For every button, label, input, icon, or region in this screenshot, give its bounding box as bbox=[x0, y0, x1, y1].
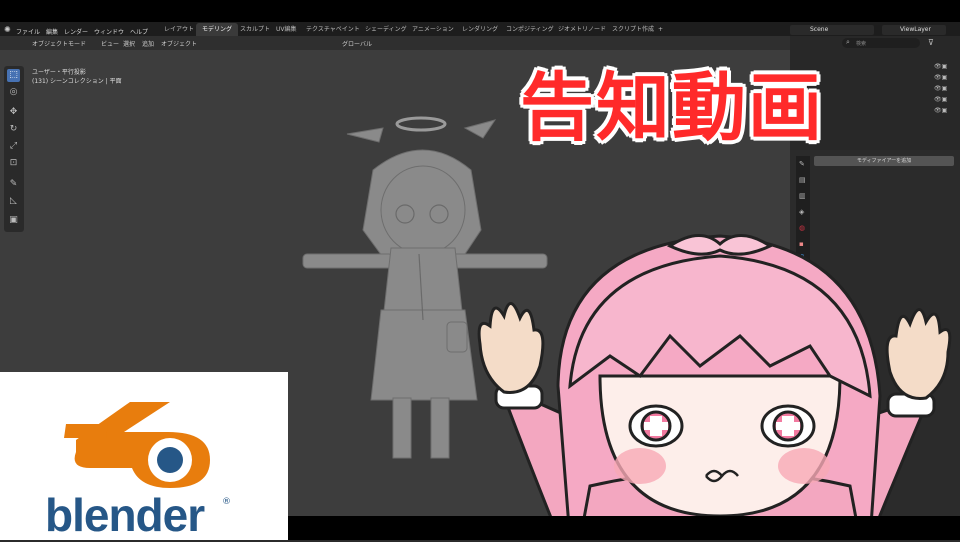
tool-icon[interactable]: ✎ bbox=[799, 160, 805, 168]
tab-layout[interactable]: レイアウト bbox=[158, 23, 200, 37]
scale-icon[interactable]: ⤢ bbox=[7, 140, 20, 153]
scene-label: Scene bbox=[810, 26, 829, 33]
annotate-icon[interactable]: ✎ bbox=[7, 178, 20, 191]
menu-view[interactable]: ビュー bbox=[101, 39, 119, 48]
menu-help[interactable]: ヘルプ bbox=[130, 27, 148, 36]
measure-icon[interactable]: ◺ bbox=[7, 195, 20, 208]
viewlayer-label: ViewLayer bbox=[900, 26, 931, 33]
tab-modeling[interactable]: モデリング bbox=[196, 23, 239, 37]
eye-icon[interactable]: 👁︎▣ bbox=[934, 63, 952, 70]
menu-select[interactable]: 選択 bbox=[123, 39, 135, 48]
top-black-strip bbox=[0, 0, 960, 22]
menu-object[interactable]: オブジェクト bbox=[161, 39, 197, 48]
search-icon: ⌕ bbox=[846, 38, 850, 46]
render-icon[interactable]: ▤ bbox=[799, 176, 806, 184]
mode-dropdown[interactable]: オブジェクトモード bbox=[32, 39, 86, 48]
eye-icon[interactable]: 👁︎▣ bbox=[934, 96, 952, 103]
menu-window[interactable]: ウィンドウ bbox=[94, 27, 124, 36]
viewport-collection: (131) シーンコレクション | 平面 bbox=[32, 78, 122, 85]
rotate-icon[interactable]: ↻ bbox=[7, 123, 20, 136]
tab-animation[interactable]: アニメーション bbox=[406, 23, 460, 37]
menu-edit[interactable]: 編集 bbox=[46, 27, 58, 36]
select-icon[interactable]: ⬚ bbox=[7, 69, 20, 82]
add-modifier-button[interactable]: モディファイアーを追加 bbox=[814, 156, 954, 166]
output-icon[interactable]: ▥ bbox=[799, 192, 806, 200]
menu-add[interactable]: 追加 bbox=[142, 39, 154, 48]
tab-geometry-nodes[interactable]: ジオメトリノード bbox=[552, 23, 612, 37]
overlay-title: 告知動画 bbox=[520, 65, 824, 151]
bottom-black-strip bbox=[288, 516, 960, 540]
transform-icon[interactable]: ⊡ bbox=[7, 157, 20, 170]
registered-mark: ® bbox=[222, 497, 231, 507]
blender-icon[interactable]: ✺ bbox=[4, 25, 11, 34]
eye-icon[interactable]: 👁︎▣ bbox=[934, 107, 952, 114]
mascot-illustration bbox=[477, 234, 952, 540]
orientation-dropdown[interactable]: グローバル bbox=[342, 39, 372, 48]
tab-uv[interactable]: UV編集 bbox=[270, 23, 303, 37]
outliner-search[interactable]: ⌕ 検索 bbox=[842, 38, 920, 48]
menu-render[interactable]: レンダー bbox=[64, 27, 88, 36]
tab-rendering[interactable]: レンダリング bbox=[456, 23, 504, 37]
eye-icon[interactable]: 👁︎▣ bbox=[934, 85, 952, 92]
filter-icon[interactable]: ⊽ bbox=[928, 38, 934, 47]
scene-selector[interactable]: Scene bbox=[790, 25, 874, 35]
tab-compositing[interactable]: コンポジティング bbox=[500, 23, 560, 37]
tab-texture-paint[interactable]: テクスチャペイント bbox=[300, 23, 366, 37]
eye-icon[interactable]: 👁︎▣ bbox=[934, 74, 952, 81]
cursor-icon[interactable]: ◎ bbox=[7, 86, 20, 99]
move-icon[interactable]: ✥ bbox=[7, 106, 20, 119]
scene-icon[interactable]: ◈ bbox=[799, 208, 804, 216]
blender-logo-icon bbox=[64, 402, 210, 488]
viewport-projection: ユーザー・平行投影 bbox=[32, 69, 86, 76]
tab-add[interactable]: + bbox=[652, 23, 669, 37]
tab-shading[interactable]: シェーディング bbox=[359, 23, 413, 37]
blender-logo-text: blender bbox=[45, 489, 205, 541]
search-placeholder: 検索 bbox=[856, 41, 867, 47]
viewlayer-selector[interactable]: ViewLayer bbox=[882, 25, 946, 35]
add-cube-icon[interactable]: ▣ bbox=[7, 214, 20, 227]
menu-file[interactable]: ファイル bbox=[16, 27, 40, 36]
